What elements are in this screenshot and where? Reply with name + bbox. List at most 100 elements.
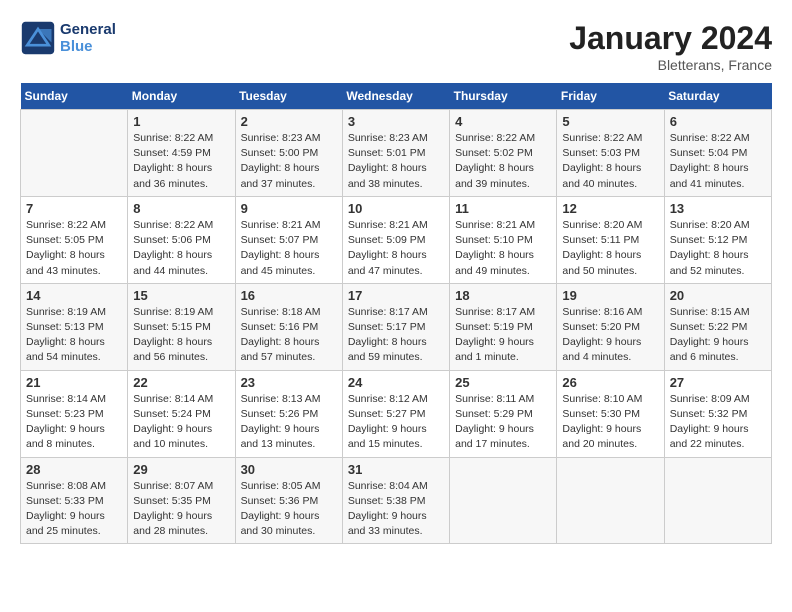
day-number: 14 [26,288,122,303]
page-header: General Blue January 2024 Bletterans, Fr… [20,20,772,73]
calendar-cell: 12 Sunrise: 8:20 AM Sunset: 5:11 PM Dayli… [557,196,664,283]
calendar-cell: 30 Sunrise: 8:05 AM Sunset: 5:36 PM Dayli… [235,457,342,544]
day-header-saturday: Saturday [664,83,771,110]
day-info: Sunrise: 8:05 AM Sunset: 5:36 PM Dayligh… [241,479,337,540]
day-number: 11 [455,201,551,216]
day-number: 22 [133,375,229,390]
calendar-cell: 13Sunrise: 8:20 AM Sunset: 5:12 PM Dayli… [664,196,771,283]
day-number: 25 [455,375,551,390]
calendar-cell: 22 Sunrise: 8:14 AM Sunset: 5:24 PM Dayli… [128,370,235,457]
calendar-cell: 8 Sunrise: 8:22 AM Sunset: 5:06 PM Daylig… [128,196,235,283]
day-number: 24 [348,375,444,390]
day-info: Sunrise: 8:22 AM Sunset: 5:02 PM Dayligh… [455,131,551,192]
calendar-cell: 7 Sunrise: 8:22 AM Sunset: 5:05 PM Daylig… [21,196,128,283]
calendar-table: SundayMondayTuesdayWednesdayThursdayFrid… [20,83,772,544]
calendar-cell: 6 Sunrise: 8:22 AM Sunset: 5:04 PM Daylig… [664,110,771,197]
day-number: 10 [348,201,444,216]
day-number: 16 [241,288,337,303]
calendar-week-1: 1Sunrise: 8:22 AM Sunset: 4:59 PM Daylig… [21,110,772,197]
calendar-cell [557,457,664,544]
day-info: Sunrise: 8:23 AM Sunset: 5:00 PM Dayligh… [241,131,337,192]
day-number: 12 [562,201,658,216]
day-info: Sunrise: 8:16 AM Sunset: 5:20 PM Dayligh… [562,305,658,366]
day-number: 26 [562,375,658,390]
calendar-cell: 10 Sunrise: 8:21 AM Sunset: 5:09 PM Dayli… [342,196,449,283]
day-info: Sunrise: 8:12 AM Sunset: 5:27 PM Dayligh… [348,392,444,453]
calendar-cell: 11Sunrise: 8:21 AM Sunset: 5:10 PM Dayli… [450,196,557,283]
day-number: 28 [26,462,122,477]
day-number: 29 [133,462,229,477]
day-header-thursday: Thursday [450,83,557,110]
calendar-cell: 14 Sunrise: 8:19 AM Sunset: 5:13 PM Dayli… [21,283,128,370]
calendar-cell: 27Sunrise: 8:09 AM Sunset: 5:32 PM Dayli… [664,370,771,457]
calendar-cell [450,457,557,544]
day-info: Sunrise: 8:22 AM Sunset: 4:59 PM Dayligh… [133,131,229,192]
day-info: Sunrise: 8:04 AM Sunset: 5:38 PM Dayligh… [348,479,444,540]
calendar-week-4: 21Sunrise: 8:14 AM Sunset: 5:23 PM Dayli… [21,370,772,457]
day-number: 6 [670,114,766,129]
day-info: Sunrise: 8:19 AM Sunset: 5:13 PM Dayligh… [26,305,122,366]
calendar-cell: 18 Sunrise: 8:17 AM Sunset: 5:19 PM Dayli… [450,283,557,370]
day-number: 2 [241,114,337,129]
day-header-row: SundayMondayTuesdayWednesdayThursdayFrid… [21,83,772,110]
day-header-wednesday: Wednesday [342,83,449,110]
day-info: Sunrise: 8:07 AM Sunset: 5:35 PM Dayligh… [133,479,229,540]
day-info: Sunrise: 8:17 AM Sunset: 5:19 PM Dayligh… [455,305,551,366]
day-header-friday: Friday [557,83,664,110]
calendar-cell: 1Sunrise: 8:22 AM Sunset: 4:59 PM Daylig… [128,110,235,197]
day-info: Sunrise: 8:14 AM Sunset: 5:24 PM Dayligh… [133,392,229,453]
day-number: 8 [133,201,229,216]
day-number: 21 [26,375,122,390]
calendar-cell: 16 Sunrise: 8:18 AM Sunset: 5:16 PM Dayli… [235,283,342,370]
calendar-cell: 2 Sunrise: 8:23 AM Sunset: 5:00 PM Daylig… [235,110,342,197]
day-info: Sunrise: 8:13 AM Sunset: 5:26 PM Dayligh… [241,392,337,453]
calendar-cell: 26 Sunrise: 8:10 AM Sunset: 5:30 PM Dayli… [557,370,664,457]
calendar-week-2: 7 Sunrise: 8:22 AM Sunset: 5:05 PM Daylig… [21,196,772,283]
day-number: 30 [241,462,337,477]
day-header-monday: Monday [128,83,235,110]
day-info: Sunrise: 8:22 AM Sunset: 5:05 PM Dayligh… [26,218,122,279]
day-number: 9 [241,201,337,216]
day-number: 31 [348,462,444,477]
day-info: Sunrise: 8:11 AM Sunset: 5:29 PM Dayligh… [455,392,551,453]
calendar-cell: 28 Sunrise: 8:08 AM Sunset: 5:33 PM Dayli… [21,457,128,544]
calendar-cell: 3Sunrise: 8:23 AM Sunset: 5:01 PM Daylig… [342,110,449,197]
day-number: 13 [670,201,766,216]
title-block: January 2024 Bletterans, France [569,20,772,73]
day-info: Sunrise: 8:21 AM Sunset: 5:09 PM Dayligh… [348,218,444,279]
calendar-cell: 29 Sunrise: 8:07 AM Sunset: 5:35 PM Dayli… [128,457,235,544]
day-number: 18 [455,288,551,303]
calendar-cell: 24 Sunrise: 8:12 AM Sunset: 5:27 PM Dayli… [342,370,449,457]
day-number: 27 [670,375,766,390]
day-info: Sunrise: 8:22 AM Sunset: 5:06 PM Dayligh… [133,218,229,279]
day-info: Sunrise: 8:19 AM Sunset: 5:15 PM Dayligh… [133,305,229,366]
logo-icon [20,20,56,56]
day-info: Sunrise: 8:20 AM Sunset: 5:11 PM Dayligh… [562,218,658,279]
day-number: 17 [348,288,444,303]
calendar-cell: 23Sunrise: 8:13 AM Sunset: 5:26 PM Dayli… [235,370,342,457]
calendar-cell: 31 Sunrise: 8:04 AM Sunset: 5:38 PM Dayli… [342,457,449,544]
calendar-cell [21,110,128,197]
day-number: 19 [562,288,658,303]
day-number: 7 [26,201,122,216]
day-info: Sunrise: 8:10 AM Sunset: 5:30 PM Dayligh… [562,392,658,453]
calendar-cell: 25 Sunrise: 8:11 AM Sunset: 5:29 PM Dayli… [450,370,557,457]
day-info: Sunrise: 8:22 AM Sunset: 5:04 PM Dayligh… [670,131,766,192]
calendar-week-3: 14 Sunrise: 8:19 AM Sunset: 5:13 PM Dayli… [21,283,772,370]
calendar-cell [664,457,771,544]
calendar-week-5: 28 Sunrise: 8:08 AM Sunset: 5:33 PM Dayli… [21,457,772,544]
day-number: 15 [133,288,229,303]
calendar-cell: 9Sunrise: 8:21 AM Sunset: 5:07 PM Daylig… [235,196,342,283]
day-info: Sunrise: 8:08 AM Sunset: 5:33 PM Dayligh… [26,479,122,540]
day-header-tuesday: Tuesday [235,83,342,110]
calendar-cell: 4 Sunrise: 8:22 AM Sunset: 5:02 PM Daylig… [450,110,557,197]
day-header-sunday: Sunday [21,83,128,110]
calendar-cell: 5 Sunrise: 8:22 AM Sunset: 5:03 PM Daylig… [557,110,664,197]
day-info: Sunrise: 8:23 AM Sunset: 5:01 PM Dayligh… [348,131,444,192]
day-info: Sunrise: 8:18 AM Sunset: 5:16 PM Dayligh… [241,305,337,366]
day-number: 5 [562,114,658,129]
day-number: 4 [455,114,551,129]
day-info: Sunrise: 8:17 AM Sunset: 5:17 PM Dayligh… [348,305,444,366]
day-info: Sunrise: 8:22 AM Sunset: 5:03 PM Dayligh… [562,131,658,192]
calendar-cell: 21Sunrise: 8:14 AM Sunset: 5:23 PM Dayli… [21,370,128,457]
